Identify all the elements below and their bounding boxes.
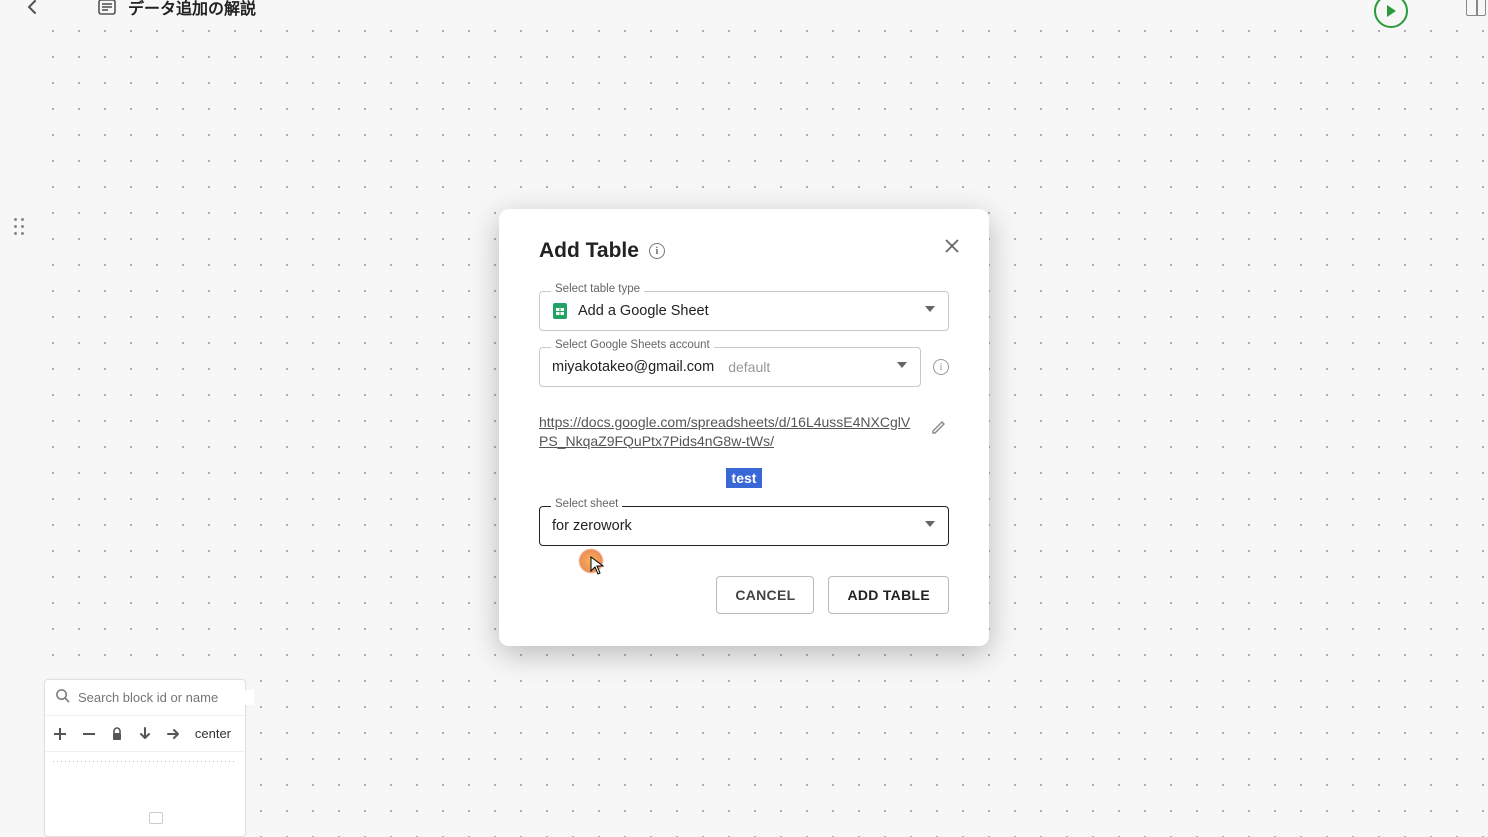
- modal-overlay: Add Table i Select table type Add a Goog…: [0, 0, 1488, 837]
- account-label: Select Google Sheets account: [551, 339, 714, 351]
- sheet-value: for zerowork: [552, 518, 632, 534]
- info-icon[interactable]: i: [933, 359, 949, 375]
- google-sheet-icon: [552, 302, 568, 320]
- chevron-down-icon: [924, 518, 936, 534]
- info-icon[interactable]: i: [649, 243, 665, 259]
- table-type-label: Select table type: [551, 283, 644, 295]
- sheet-select[interactable]: for zerowork: [539, 506, 949, 546]
- table-type-value: Add a Google Sheet: [578, 303, 709, 319]
- cursor-icon: [590, 556, 604, 576]
- sheet-label: Select sheet: [551, 498, 622, 510]
- cancel-button[interactable]: CANCEL: [716, 576, 814, 614]
- close-icon[interactable]: [941, 235, 963, 257]
- account-select[interactable]: miyakotakeo@gmail.com default: [539, 347, 921, 387]
- table-type-select[interactable]: Add a Google Sheet: [539, 291, 949, 331]
- spreadsheet-url-link[interactable]: https://docs.google.com/spreadsheets/d/1…: [539, 413, 919, 451]
- add-table-button[interactable]: ADD TABLE: [828, 576, 949, 614]
- account-default-tag: default: [728, 359, 770, 375]
- chevron-down-icon: [924, 303, 936, 319]
- sheet-name-badge: test: [726, 468, 763, 488]
- account-value: miyakotakeo@gmail.com: [552, 359, 714, 375]
- chevron-down-icon: [896, 359, 908, 375]
- edit-pencil-icon[interactable]: [931, 419, 949, 437]
- modal-title: Add Table: [539, 239, 639, 263]
- add-table-modal: Add Table i Select table type Add a Goog…: [499, 209, 989, 647]
